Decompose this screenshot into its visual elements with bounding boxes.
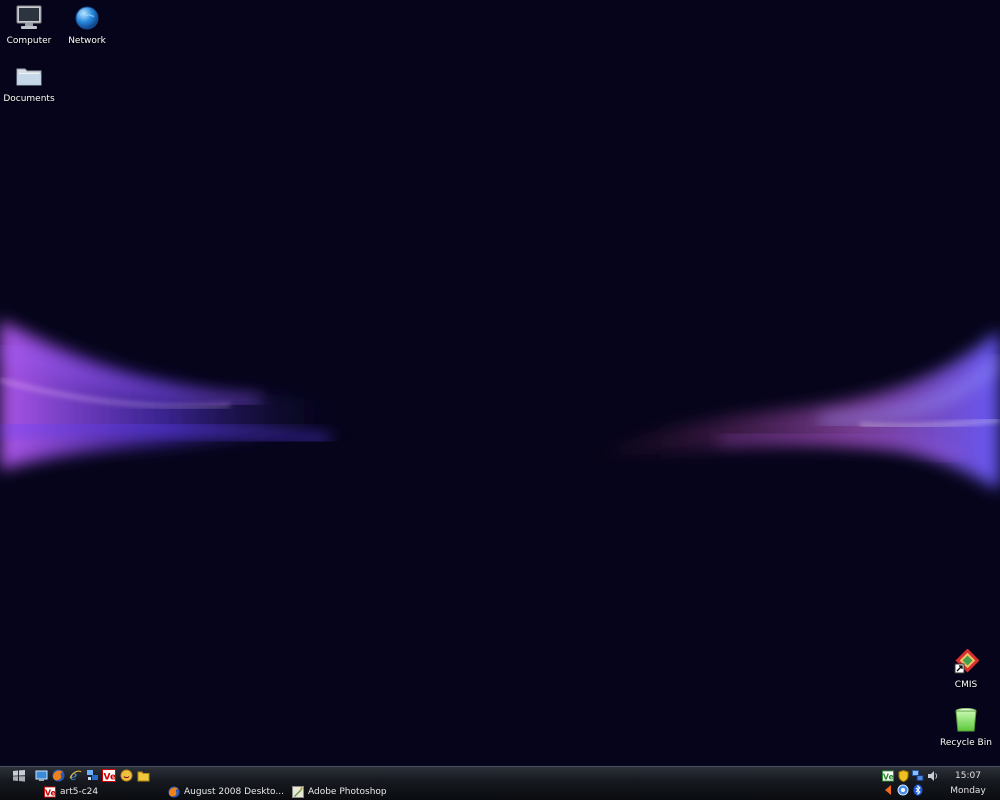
windows-logo-icon <box>13 770 25 782</box>
desktop-icon-label: CMIS <box>954 680 978 690</box>
desktop-icon-label: Network <box>68 36 106 46</box>
taskbar-task-list: Ve art5-c24 August 2008 Deskto... Adobe … <box>44 784 416 799</box>
network-tray-icon[interactable] <box>912 770 924 782</box>
task-button[interactable]: Adobe Photoshop <box>292 784 416 799</box>
desktop[interactable]: Computer Network Documents CMIS Recycle … <box>0 0 1000 766</box>
ve-tray-icon[interactable]: Ve <box>882 770 894 782</box>
task-button[interactable]: August 2008 Deskto... <box>168 784 292 799</box>
desktop-icon-label: Documents <box>3 94 55 104</box>
clock-time: 15:07 <box>955 771 981 781</box>
computer-icon <box>13 2 45 34</box>
cmis-shortcut-icon <box>950 646 982 678</box>
volume-icon[interactable] <box>927 770 939 782</box>
desktop-icon-label: Computer <box>6 36 52 46</box>
start-button[interactable] <box>8 769 30 783</box>
task-button-label: art5-c24 <box>60 786 99 797</box>
internet-explorer-icon[interactable]: e <box>68 769 82 783</box>
svg-text:Ve: Ve <box>45 788 56 797</box>
network-globe-icon <box>71 2 103 34</box>
bluetooth-icon[interactable] <box>912 784 924 796</box>
clock-day: Monday <box>950 786 986 796</box>
desktop-icon-documents[interactable]: Documents <box>0 60 61 104</box>
ve-app-icon[interactable]: Ve <box>102 769 116 783</box>
firefox-icon[interactable] <box>51 769 65 783</box>
folder-icon[interactable] <box>136 769 150 783</box>
desktop-icon-cmis[interactable]: CMIS <box>934 646 998 690</box>
settings-tray-icon[interactable] <box>897 784 909 796</box>
folder-icon <box>13 60 45 92</box>
svg-text:Ve: Ve <box>104 773 117 783</box>
shield-icon[interactable] <box>897 770 909 782</box>
task-button-label: August 2008 Deskto... <box>184 786 284 797</box>
firefox-icon <box>168 785 180 798</box>
task-button-label: Adobe Photoshop <box>308 786 387 797</box>
quick-launch-bar: e Ve <box>34 768 150 783</box>
arrow-icon[interactable] <box>882 784 894 796</box>
taskbar: e Ve Ve art5-c24 August 2008 Deskto... A… <box>0 766 1000 800</box>
desktop-icon-network[interactable]: Network <box>55 2 119 46</box>
task-button[interactable]: Ve art5-c24 <box>44 784 168 799</box>
messenger-icon[interactable] <box>119 769 133 783</box>
network-app-icon[interactable] <box>85 769 99 783</box>
system-tray: Ve <box>882 769 942 799</box>
recycle-bin-icon <box>950 704 982 736</box>
ve-app-icon: Ve <box>44 785 56 798</box>
wallpaper-swirl <box>0 320 1000 490</box>
svg-text:Ve: Ve <box>883 773 894 782</box>
taskbar-clock[interactable]: 15:07 Monday <box>940 769 996 799</box>
desktop-icon-recycle-bin[interactable]: Recycle Bin <box>934 704 998 748</box>
photoshop-icon <box>292 785 304 798</box>
desktop-icon-label: Recycle Bin <box>940 738 992 748</box>
show-desktop-icon[interactable] <box>34 769 48 783</box>
desktop-icon-computer[interactable]: Computer <box>0 2 61 46</box>
